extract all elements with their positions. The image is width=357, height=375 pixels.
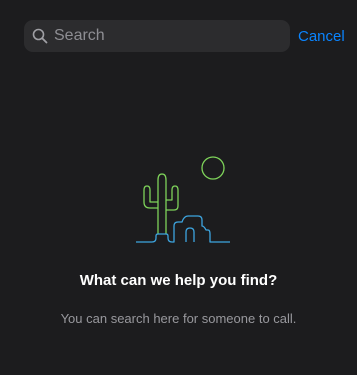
sun-icon: [201, 156, 225, 180]
search-input[interactable]: [52, 24, 284, 48]
empty-state-title: What can we help you find?: [79, 272, 278, 289]
empty-state-subtitle: You can search here for someone to call.: [60, 311, 297, 326]
cancel-button[interactable]: Cancel: [298, 26, 345, 46]
desert-cactus-icon: [136, 156, 230, 243]
mesa-icon: [185, 227, 195, 242]
cactus-icon: [143, 173, 179, 234]
search-bar: Cancel: [0, 0, 357, 72]
search-icon: [32, 28, 48, 44]
search-field[interactable]: [24, 20, 290, 52]
search-screen: Cancel What can we help you find? You ca…: [0, 0, 357, 375]
ground-line-icon: [136, 215, 230, 243]
